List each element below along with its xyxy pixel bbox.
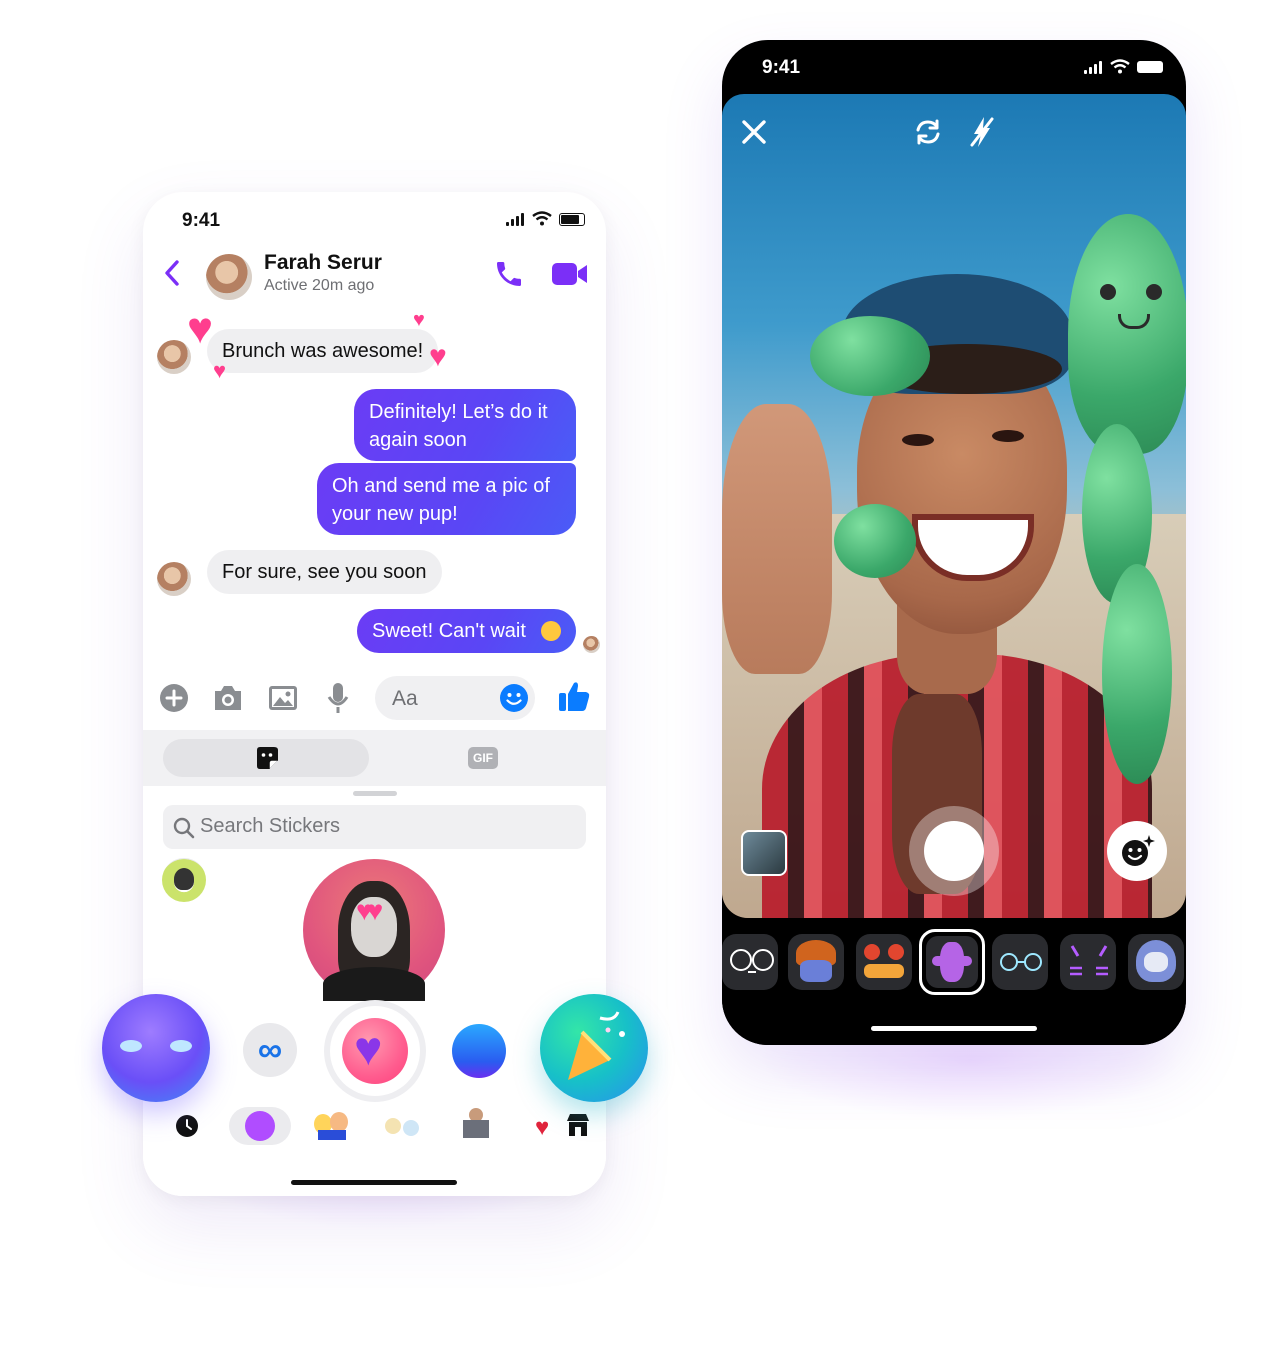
message-text: For sure, see you soon: [222, 561, 427, 583]
rainbow-sticker[interactable]: [452, 1024, 506, 1078]
heart-eyes-icon: ♥♥: [356, 895, 383, 926]
message-bubble-outgoing[interactable]: Oh and send me a pic of your new pup!: [317, 463, 576, 535]
effect-cheese-bear-mask[interactable]: [856, 934, 912, 990]
cactus-balloon-effect: [1068, 214, 1186, 454]
heart-reaction-icon: ♥: [429, 340, 447, 373]
avatar-sticker-pack[interactable]: [162, 858, 206, 902]
messenger-chat-phone: 9:41 Farah Serur Active 20m ago Brunch w…: [143, 192, 606, 1196]
contact-name[interactable]: Farah Serur: [264, 251, 382, 275]
blob-face-sticker[interactable]: [102, 994, 210, 1102]
active-status: Active 20m ago: [264, 277, 375, 294]
heart-reaction-icon: ♥: [213, 358, 227, 383]
category-hearts-sticker[interactable]: ♥: [533, 1112, 559, 1141]
gif-label: GIF: [473, 751, 493, 765]
heart-eyes-face-icon: [245, 1111, 275, 1141]
effect-cactus-balloon-selected[interactable]: [919, 929, 985, 995]
featured-person-sticker[interactable]: ♥♥: [303, 859, 445, 1001]
video-call-icon[interactable]: [551, 260, 589, 288]
gallery-image-icon[interactable]: [267, 684, 299, 712]
add-plus-icon[interactable]: [159, 683, 189, 713]
camera-icon[interactable]: [212, 684, 244, 712]
category-bunnies-sticker[interactable]: [383, 1112, 423, 1140]
wifi-icon: [532, 211, 552, 226]
battery-icon: [1137, 61, 1163, 73]
message-text: Sweet! Can't wait: [372, 620, 526, 642]
effects-button[interactable]: [1107, 821, 1167, 881]
sticker-search-placeholder: Search Stickers: [200, 815, 341, 837]
category-love[interactable]: [229, 1107, 291, 1145]
wifi-icon: [1110, 59, 1130, 74]
tab-gif[interactable]: GIF: [468, 747, 498, 769]
message-input-placeholder: Aa: [392, 687, 418, 710]
message-text: Definitely! Let’s do it again soon: [369, 401, 548, 451]
sender-avatar: [157, 340, 191, 374]
heart-reaction-icon: ♥: [413, 309, 425, 331]
emoji-smile-icon[interactable]: [499, 683, 529, 713]
message-bubble-outgoing[interactable]: Sweet! Can't wait: [357, 609, 576, 653]
category-reading-sticker[interactable]: [459, 1106, 495, 1142]
party-popper-sticker[interactable]: [540, 994, 648, 1102]
sender-avatar: [157, 562, 191, 596]
close-icon[interactable]: [741, 119, 767, 145]
message-bubble-incoming[interactable]: For sure, see you soon: [207, 550, 442, 594]
microphone-icon[interactable]: [326, 681, 350, 715]
home-indicator: [871, 1026, 1037, 1031]
cellular-signal-icon: [506, 213, 526, 226]
effect-cat-outline-mask[interactable]: [722, 934, 778, 990]
status-time: 9:41: [762, 57, 801, 78]
cellular-signal-icon: [1084, 61, 1104, 74]
face-sparkle-icon: [1122, 835, 1155, 866]
contact-avatar[interactable]: [206, 254, 252, 300]
infinity-sticker[interactable]: ∞: [243, 1023, 297, 1077]
message-input[interactable]: Aa: [375, 676, 535, 720]
effect-sparkle-glasses[interactable]: [992, 934, 1048, 990]
smiling-emoji-icon: [541, 621, 561, 641]
message-text: Oh and send me a pic of your new pup!: [332, 475, 550, 525]
category-friends-sticker[interactable]: [314, 1110, 350, 1142]
like-thumbs-up-icon[interactable]: [556, 678, 592, 714]
search-icon: [173, 817, 195, 839]
message-bubble-incoming[interactable]: Brunch was awesome!: [207, 329, 439, 373]
shutter-button[interactable]: [909, 806, 999, 896]
read-receipt-avatar: [583, 636, 600, 653]
sticker-store-icon[interactable]: [565, 1112, 591, 1138]
flash-off-icon[interactable]: [968, 115, 996, 149]
recent-clock-icon[interactable]: [175, 1114, 199, 1138]
flip-camera-icon[interactable]: [913, 118, 943, 146]
camera-viewfinder[interactable]: [722, 94, 1186, 918]
home-indicator: [291, 1180, 457, 1185]
battery-icon: [559, 213, 585, 226]
effect-hair-mask[interactable]: [788, 934, 844, 990]
effect-cat-whiskers[interactable]: [1060, 934, 1116, 990]
effect-robot-helmet[interactable]: [1128, 934, 1184, 990]
message-bubble-outgoing[interactable]: Definitely! Let’s do it again soon: [354, 389, 576, 461]
sticker-icon: [257, 747, 278, 769]
sticker-search-input[interactable]: Search Stickers: [163, 805, 586, 849]
gallery-thumbnail[interactable]: [741, 830, 787, 876]
sheet-drag-handle[interactable]: [353, 791, 397, 796]
camera-effects-phone: 9:41: [722, 40, 1186, 1045]
back-arrow-icon[interactable]: [163, 259, 181, 287]
heart-reaction-icon: ♥: [187, 304, 214, 353]
phone-call-icon[interactable]: [493, 258, 525, 290]
heart-sticker[interactable]: ♥: [330, 1006, 420, 1096]
message-text: Brunch was awesome!: [222, 340, 424, 362]
party-popper-icon: [568, 1011, 625, 1080]
heart-icon: ♥: [354, 1023, 383, 1076]
status-time: 9:41: [182, 210, 221, 231]
